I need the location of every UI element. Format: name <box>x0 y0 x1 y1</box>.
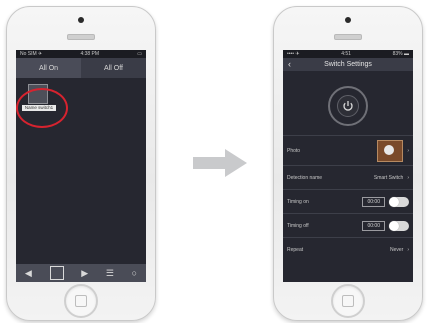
timing-on-toggle[interactable] <box>389 197 409 207</box>
photo-label: Photo <box>287 148 301 154</box>
tab-bar: All On All Off <box>16 58 146 78</box>
speaker <box>334 34 362 40</box>
status-battery: 83% ▬ <box>392 51 409 57</box>
chevron-right-icon: › <box>407 175 409 181</box>
power-button[interactable] <box>328 86 368 126</box>
highlight-circle <box>16 88 68 128</box>
timing-on-label: Timing on <box>287 199 309 205</box>
photo-row[interactable]: Photo › <box>283 135 413 165</box>
back-icon[interactable]: ‹ <box>288 58 291 71</box>
power-icon <box>343 101 353 111</box>
grid-icon[interactable] <box>49 266 64 280</box>
battery-icon: ▭ <box>137 51 142 57</box>
status-carrier: No SIM ✈ <box>20 51 43 57</box>
nav-header: ‹ Switch Settings <box>283 58 413 71</box>
status-carrier: •••• ✈ <box>287 51 300 57</box>
all-off-button[interactable]: All Off <box>81 58 146 78</box>
speaker <box>67 34 95 40</box>
timing-off-label: Timing off <box>287 223 309 229</box>
camera <box>345 17 351 23</box>
settings-list: Photo › Detection name Smart Switch › Ti… <box>283 135 413 261</box>
status-time: 4:38 PM <box>80 51 100 57</box>
switch-list-screen: No SIM ✈ 4:38 PM ▭ All On All Off Name s… <box>16 50 146 282</box>
phone-left: No SIM ✈ 4:38 PM ▭ All On All Off Name s… <box>6 6 156 321</box>
home-button[interactable] <box>331 284 365 318</box>
list-icon[interactable]: ☰ <box>106 268 114 279</box>
switch-settings-screen: •••• ✈ 4:51 83% ▬ ‹ Switch Settings Phot… <box>283 50 413 282</box>
status-bar: •••• ✈ 4:51 83% ▬ <box>283 50 413 58</box>
timing-off-time[interactable]: 00:00 <box>362 221 385 231</box>
status-bar: No SIM ✈ 4:38 PM ▭ <box>16 50 146 58</box>
repeat-row[interactable]: Repeat Never › <box>283 237 413 261</box>
timing-off-toggle[interactable] <box>389 221 409 231</box>
chevron-right-icon: › <box>407 148 409 154</box>
video-icon[interactable]: ▶ <box>81 268 88 279</box>
timing-on-time[interactable]: 00:00 <box>362 197 385 207</box>
phone-right: •••• ✈ 4:51 83% ▬ ‹ Switch Settings Phot… <box>273 6 423 321</box>
status-time: 4:51 <box>341 51 351 57</box>
repeat-value: Never <box>389 247 404 253</box>
chevron-right-icon: › <box>407 247 409 253</box>
photo-thumbnail <box>377 140 404 162</box>
device-name-value: Smart Switch <box>373 175 404 181</box>
bottom-toolbar: ◀ ▶ ☰ ○ <box>16 264 146 282</box>
settings-icon[interactable]: ○ <box>132 268 137 278</box>
timing-on-row: Timing on 00:00 <box>283 189 413 213</box>
timing-off-row: Timing off 00:00 <box>283 213 413 237</box>
device-name-row[interactable]: Detection name Smart Switch › <box>283 165 413 189</box>
page-title: Switch Settings <box>324 61 372 68</box>
all-on-button[interactable]: All On <box>16 58 81 78</box>
arrow-right-icon <box>193 149 247 177</box>
repeat-label: Repeat <box>287 247 304 253</box>
camera <box>78 17 84 23</box>
device-name-label: Detection name <box>287 175 323 181</box>
speaker-icon[interactable]: ◀ <box>25 268 32 279</box>
home-button[interactable] <box>64 284 98 318</box>
